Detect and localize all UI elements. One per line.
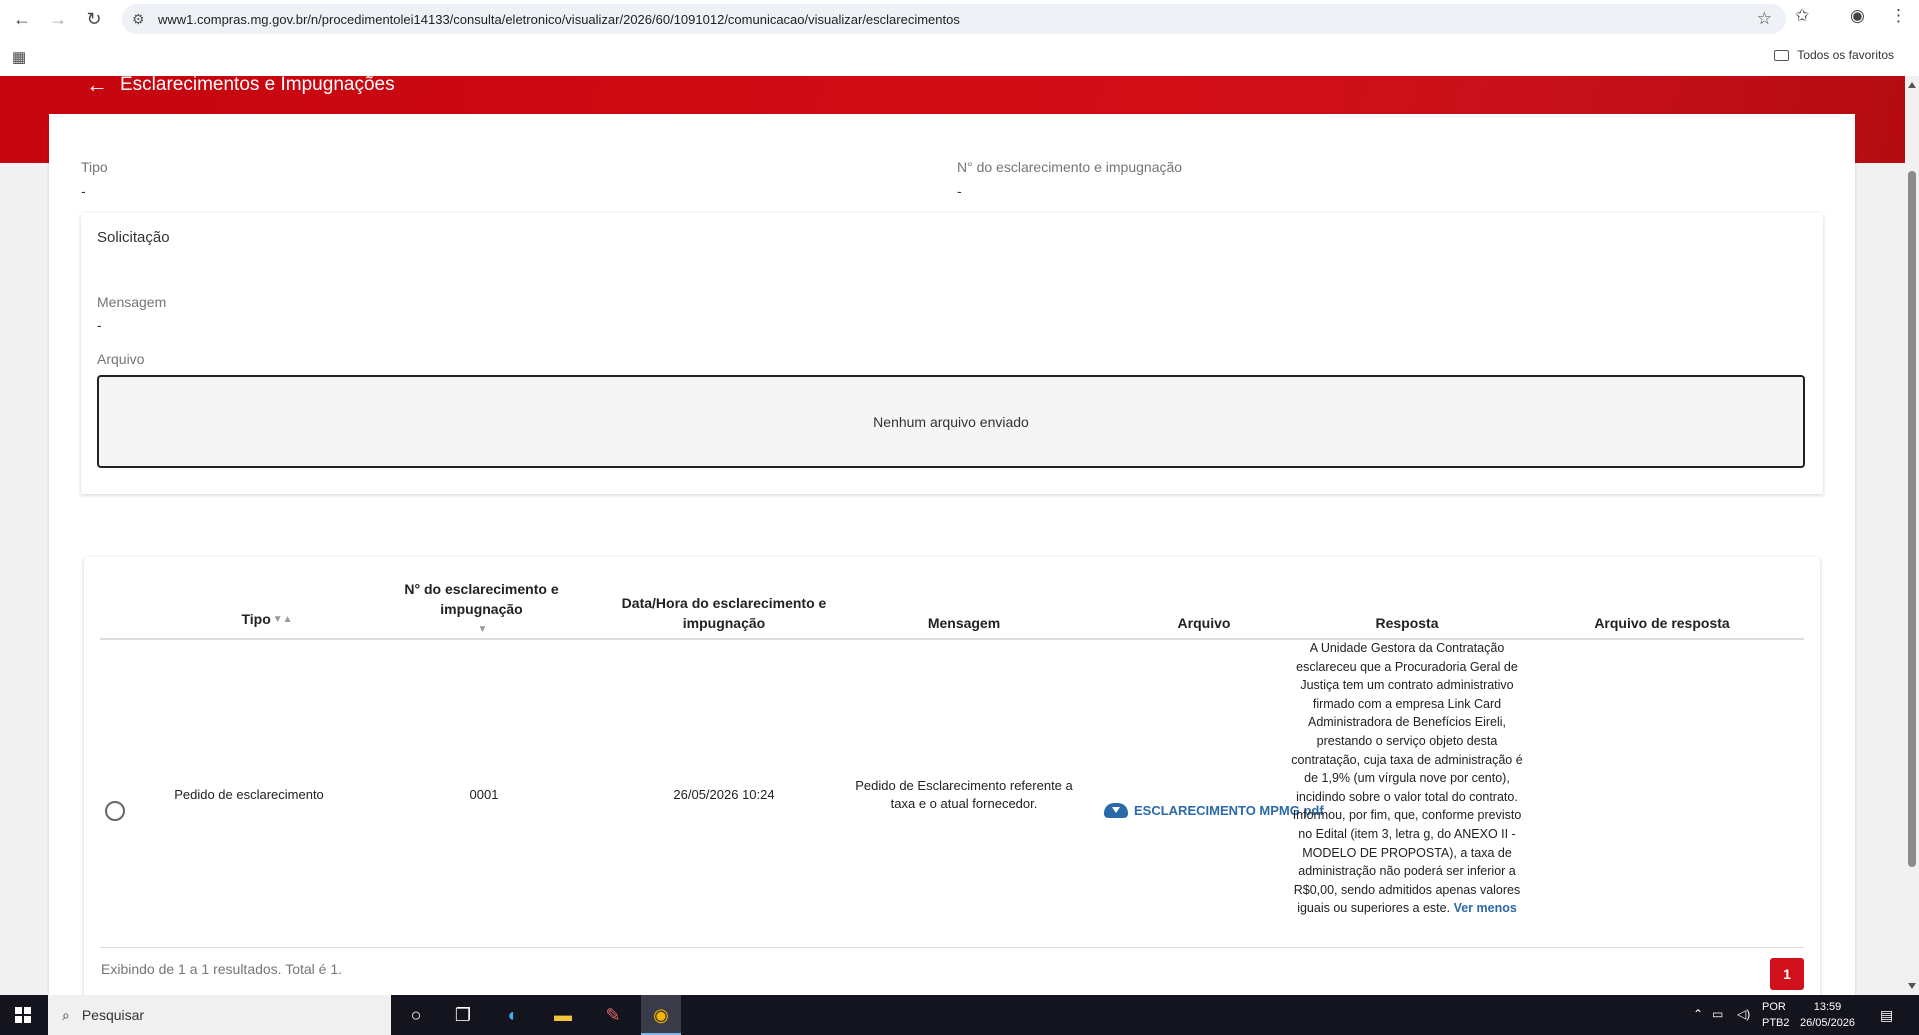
notifications-icon[interactable]: ▤ bbox=[1880, 1007, 1893, 1024]
profile-icon[interactable]: ◉ bbox=[1850, 6, 1865, 26]
pagination-page-1[interactable]: 1 bbox=[1770, 958, 1804, 990]
address-bar[interactable]: ⚙ www1.compras.mg.gov.br/n/procedimentol… bbox=[122, 4, 1786, 34]
back-arrow-icon[interactable]: ← bbox=[86, 76, 108, 98]
forward-arrow-icon[interactable]: → bbox=[44, 5, 72, 33]
column-header-tipo[interactable]: Tipo ▼▲ bbox=[187, 609, 347, 630]
all-bookmarks-label: Todos os favoritos bbox=[1797, 48, 1894, 62]
input-language[interactable]: POR PTB2 bbox=[1762, 999, 1790, 1031]
folder-icon bbox=[1774, 49, 1790, 61]
network-icon[interactable]: ▭ bbox=[1712, 1007, 1723, 1021]
cell-numero: 0001 bbox=[469, 787, 499, 802]
no-file-text: Nenhum arquivo enviado bbox=[873, 413, 1029, 430]
chrome-icon: ◉ bbox=[653, 1004, 669, 1025]
page-scrollbar[interactable] bbox=[1905, 76, 1919, 995]
cloud-download-icon bbox=[1104, 803, 1128, 818]
solicitacao-title: Solicitação bbox=[97, 229, 170, 246]
numero-label: N° do esclarecimento e impugnação bbox=[957, 159, 1183, 175]
windows-start-icon[interactable] bbox=[15, 1007, 31, 1023]
scroll-down-arrow-icon[interactable] bbox=[1908, 983, 1916, 989]
volume-icon[interactable]: ◁) bbox=[1737, 1007, 1750, 1021]
apps-grid-icon[interactable]: ▦ bbox=[12, 48, 26, 66]
cell-mensagem: Pedido de Esclarecimento referente a tax… bbox=[844, 777, 1084, 813]
mensagem-value: - bbox=[97, 317, 102, 333]
results-summary: Exibindo de 1 a 1 resultados. Total é 1. bbox=[101, 961, 343, 977]
numero-value: - bbox=[957, 183, 962, 199]
cortana-icon[interactable]: ○ bbox=[403, 1003, 429, 1027]
column-header-data[interactable]: Data/Hora do esclarecimento e impugnação bbox=[604, 593, 844, 633]
extensions-icon[interactable]: ✩ bbox=[1795, 6, 1809, 26]
column-header-resposta[interactable]: Resposta bbox=[1287, 613, 1527, 633]
search-icon: ⌕ bbox=[62, 1006, 70, 1023]
row-select-radio[interactable] bbox=[105, 801, 125, 821]
column-header-tipo-label: Tipo bbox=[241, 611, 271, 627]
arquivo-label: Arquivo bbox=[97, 351, 145, 367]
menu-dots-icon[interactable]: ⋮ bbox=[1890, 6, 1907, 26]
cell-data: 26/05/2026 10:24 bbox=[673, 787, 775, 802]
all-bookmarks-button[interactable]: Todos os favoritos bbox=[1774, 48, 1894, 62]
tipo-value: - bbox=[81, 183, 86, 199]
column-header-data-line2: impugnação bbox=[682, 615, 766, 631]
page-title: Esclarecimentos e Impugnações bbox=[120, 76, 395, 95]
back-arrow-icon[interactable]: ← bbox=[8, 5, 36, 33]
column-header-numero[interactable]: N° do esclarecimento e impugnação ▼ bbox=[364, 579, 599, 640]
chrome-taskbar-button[interactable]: ◉ bbox=[641, 995, 681, 1035]
browser-toolbar: ← → ↻ ⚙ www1.compras.mg.gov.br/n/procedi… bbox=[0, 0, 1919, 38]
taskbar-search-placeholder: Pesquisar bbox=[81, 1007, 145, 1023]
url-text: www1.compras.mg.gov.br/n/procedimentolei… bbox=[158, 11, 960, 27]
task-view-icon[interactable]: ❐ bbox=[450, 1003, 476, 1027]
column-header-numero-label: N° do esclarecimento e impugnação bbox=[404, 581, 559, 617]
ver-menos-link[interactable]: Ver menos bbox=[1454, 901, 1517, 915]
scroll-up-arrow-icon[interactable] bbox=[1908, 82, 1916, 88]
sort-icon[interactable]: ▼▲ bbox=[273, 610, 293, 630]
app-icon[interactable]: ✎ bbox=[600, 1003, 626, 1027]
column-header-arquivo-resposta[interactable]: Arquivo de resposta bbox=[1527, 613, 1797, 633]
reload-icon[interactable]: ↻ bbox=[80, 5, 108, 33]
header-divider bbox=[100, 638, 1804, 640]
clock-date: 26/05/2026 bbox=[1800, 1017, 1856, 1029]
row-divider bbox=[100, 947, 1804, 948]
page-viewport: ← Esclarecimentos e Impugnações Tipo - N… bbox=[0, 76, 1905, 995]
bookmarks-bar: ▦ Todos os favoritos bbox=[0, 38, 1919, 76]
results-table: Tipo ▼▲ N° do esclarecimento e impugnação… bbox=[84, 557, 1820, 995]
edge-icon[interactable]: ◐ bbox=[500, 1003, 526, 1027]
windows-taskbar: ⌕ Pesquisar ○ ❐ ◐ ▬ ✎ ◉ ⌃ ▭ ◁) POR PTB2 … bbox=[0, 995, 1919, 1035]
lang-line2: PTB2 bbox=[1762, 1017, 1790, 1029]
lang-line1: POR bbox=[1762, 1001, 1786, 1013]
cell-resposta: A Unidade Gestora da Contratação esclare… bbox=[1287, 639, 1527, 918]
cell-mensagem-line1: Pedido de Esclarecimento referente a bbox=[855, 778, 1073, 793]
column-header-mensagem[interactable]: Mensagem bbox=[844, 613, 1084, 633]
mensagem-label: Mensagem bbox=[97, 294, 167, 310]
bookmark-star-icon[interactable]: ☆ bbox=[1757, 9, 1772, 29]
solicitacao-panel: Solicitação Mensagem - Arquivo Nenhum ar… bbox=[81, 213, 1823, 494]
system-clock[interactable]: 13:59 26/05/2026 bbox=[1800, 999, 1855, 1031]
tipo-label: Tipo bbox=[81, 159, 108, 175]
main-card: Tipo - N° do esclarecimento e impugnação… bbox=[49, 114, 1855, 995]
file-explorer-icon[interactable]: ▬ bbox=[550, 1003, 576, 1027]
clock-time: 13:59 bbox=[1813, 1001, 1842, 1013]
taskbar-search[interactable]: ⌕ Pesquisar bbox=[48, 995, 391, 1035]
resposta-text: A Unidade Gestora da Contratação esclare… bbox=[1291, 641, 1523, 916]
scrollbar-thumb[interactable] bbox=[1908, 171, 1916, 867]
cell-tipo: Pedido de esclarecimento bbox=[174, 787, 324, 802]
site-info-icon[interactable]: ⚙ bbox=[132, 11, 154, 28]
file-dropzone: Nenhum arquivo enviado bbox=[97, 375, 1805, 468]
cell-mensagem-line2: taxa e o atual fornecedor. bbox=[890, 796, 1038, 811]
tray-chevron-icon[interactable]: ⌃ bbox=[1693, 1007, 1703, 1021]
column-header-data-line1: Data/Hora do esclarecimento e bbox=[621, 595, 827, 611]
